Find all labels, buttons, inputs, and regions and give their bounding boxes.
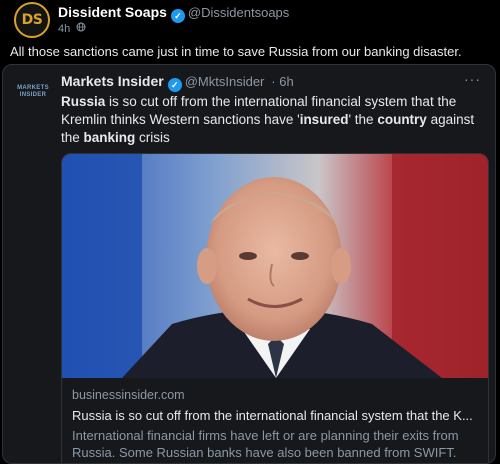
author-handle[interactable]: @Dissidentsoaps xyxy=(188,5,289,20)
globe-icon xyxy=(76,22,86,35)
more-options-icon[interactable]: ··· xyxy=(464,71,481,87)
quoted-tweet-card[interactable]: MARKETS INSIDER Markets Insider ✓ @MktsIns… xyxy=(2,64,496,464)
logo-line-1: MARKETS xyxy=(17,85,49,91)
avatar-text: DS xyxy=(21,12,43,28)
outer-post-header: DS Dissident Soaps ✓ @Dissidentsoaps 4h Al… xyxy=(0,0,500,70)
post-meta: 4h xyxy=(58,22,86,35)
quoted-text: Russia is so cut off from the internatio… xyxy=(61,94,475,145)
link-domain[interactable]: businessinsider.com xyxy=(72,388,185,402)
logo-line-2: INSIDER xyxy=(19,92,47,98)
quoted-time[interactable]: · 6h xyxy=(271,74,293,89)
link-title[interactable]: Russia is so cut off from the internatio… xyxy=(72,408,482,423)
post-time[interactable]: 4h xyxy=(58,23,70,35)
author-name-row: Dissident Soaps ✓ @Dissidentsoaps xyxy=(58,4,289,23)
quoted-handle[interactable]: @MktsInsider xyxy=(185,74,265,89)
quoted-display-name[interactable]: Markets Insider xyxy=(61,73,164,89)
verified-badge-icon: ✓ xyxy=(170,9,185,23)
link-preview-card[interactable]: businessinsider.com Russia is so cut off… xyxy=(61,153,489,463)
avatar[interactable]: DS xyxy=(14,2,50,38)
post-text: All those sanctions came just in time to… xyxy=(10,44,462,59)
link-description: International financial firms have left … xyxy=(72,428,459,460)
markets-insider-logo[interactable]: MARKETS INSIDER xyxy=(17,85,49,99)
quoted-author-row: Markets Insider ✓ @MktsInsider · 6h xyxy=(61,73,294,92)
author-display-name[interactable]: Dissident Soaps xyxy=(58,4,167,20)
article-photo xyxy=(62,154,488,378)
verified-badge-icon: ✓ xyxy=(167,78,182,92)
